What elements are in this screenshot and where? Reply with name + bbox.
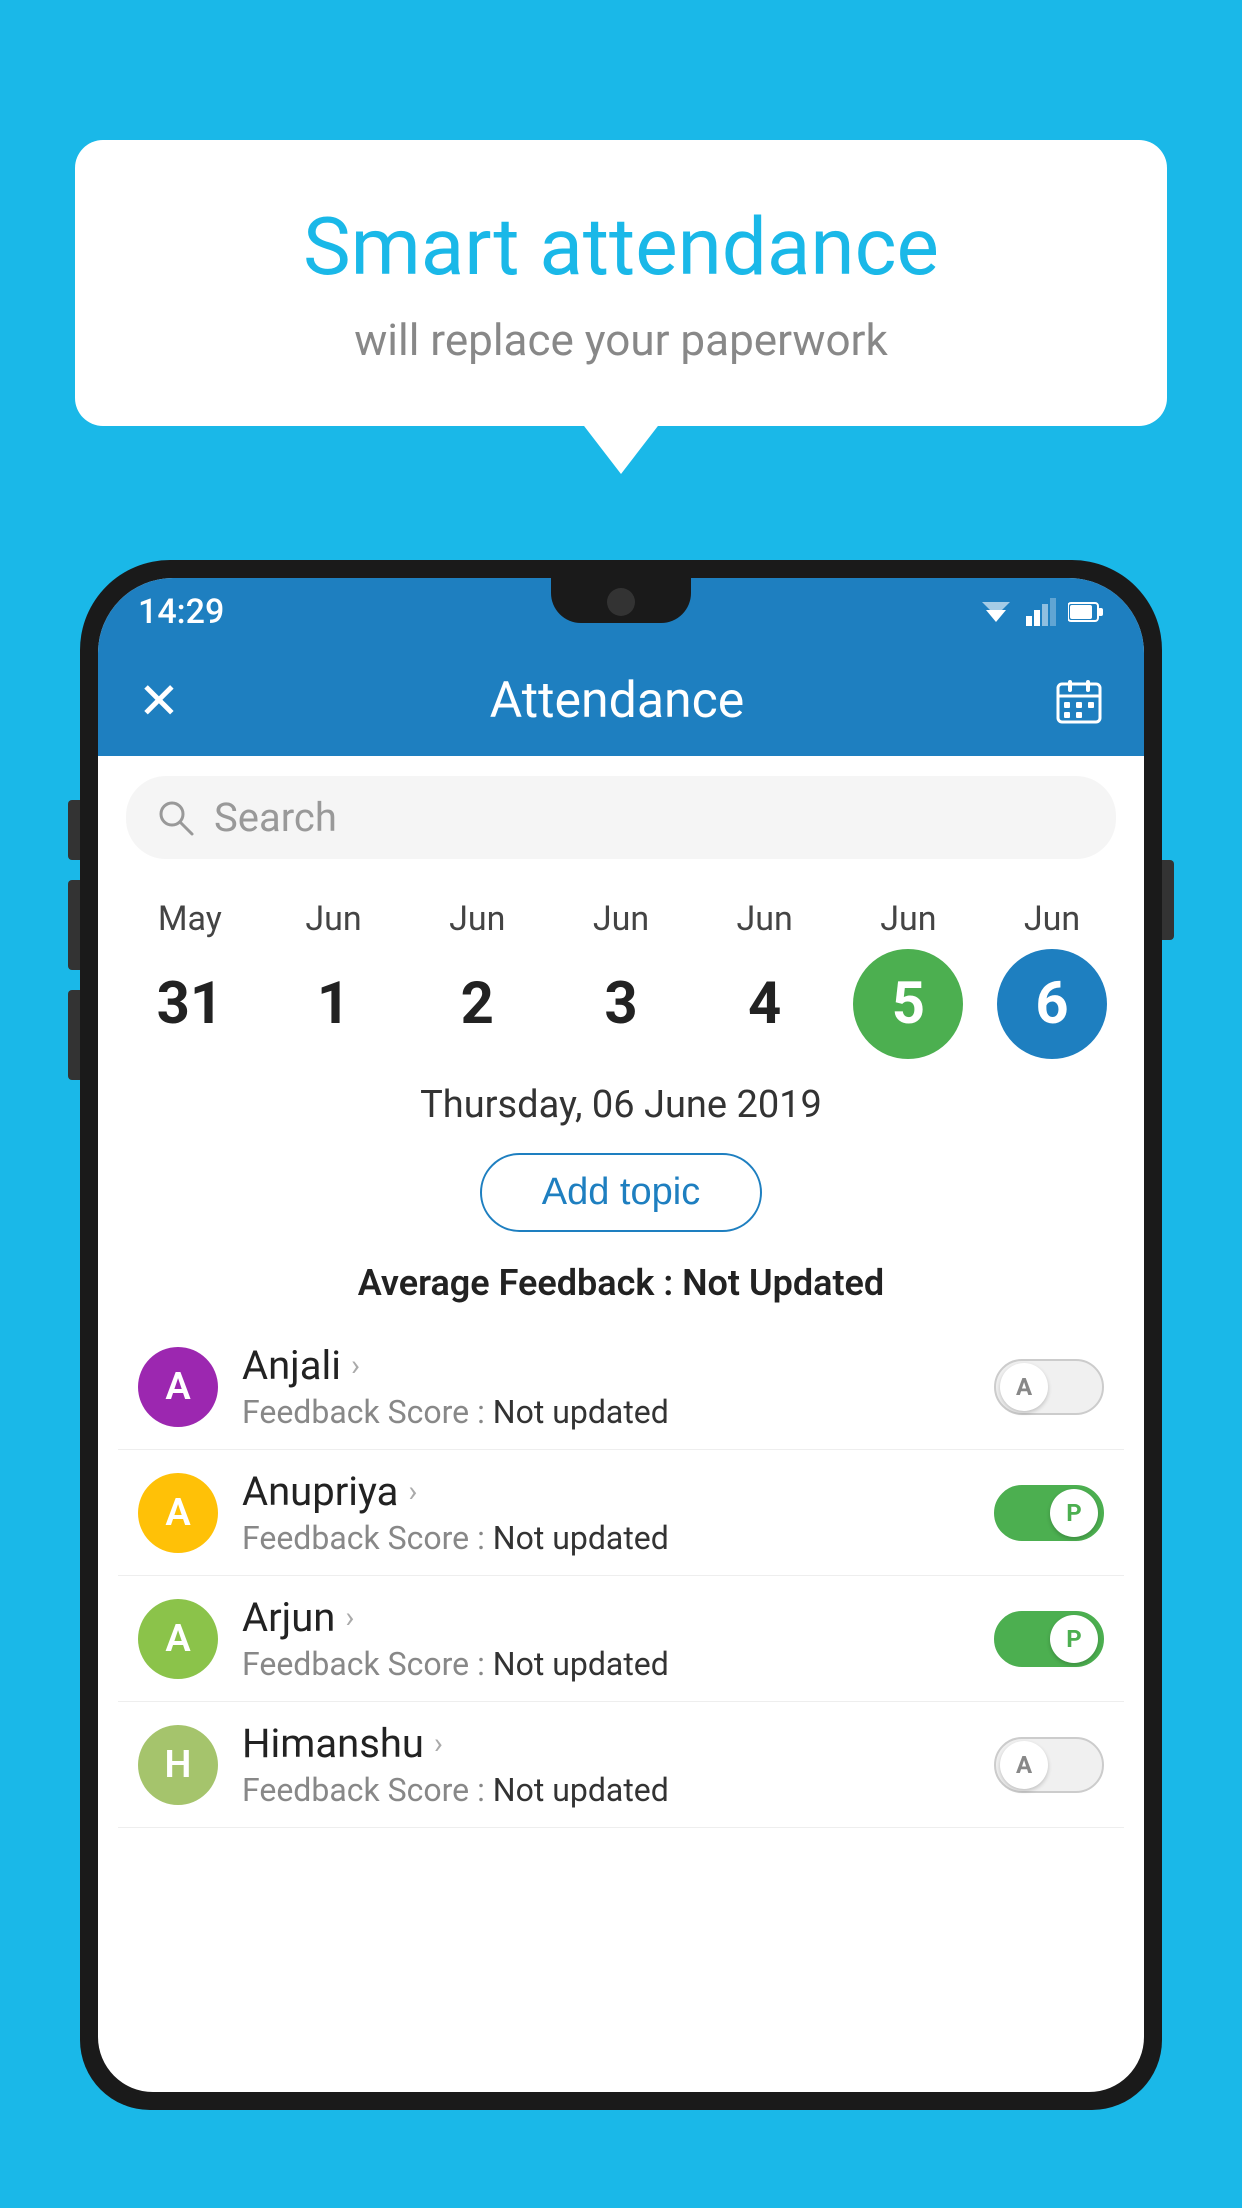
calendar-month-label: May — [158, 899, 222, 939]
battery-icon — [1068, 601, 1104, 623]
chevron-icon: › — [345, 1600, 354, 1635]
attendance-toggle-container: P — [994, 1611, 1104, 1667]
volume-button-1 — [68, 800, 80, 860]
calendar-month-label: Jun — [449, 899, 505, 939]
phone-mockup: 14:29 — [80, 560, 1162, 2208]
attendance-toggle[interactable]: A — [994, 1737, 1104, 1793]
signal-icon — [1026, 598, 1056, 626]
student-avatar: A — [138, 1599, 218, 1679]
add-topic-button[interactable]: Add topic — [480, 1153, 762, 1232]
attendance-toggle-container: A — [994, 1359, 1104, 1415]
phone-camera — [607, 588, 635, 616]
attendance-toggle[interactable]: A — [994, 1359, 1104, 1415]
chevron-icon: › — [434, 1726, 443, 1761]
student-feedback: Feedback Score : Not updated — [242, 1393, 970, 1431]
calendar-month-label: Jun — [737, 899, 793, 939]
feedback-value: Not updated — [493, 1645, 669, 1683]
student-info: Himanshu › Feedback Score : Not updated — [242, 1720, 970, 1809]
calendar-icon[interactable] — [1054, 676, 1104, 726]
avg-feedback-value: Not Updated — [682, 1262, 884, 1304]
toggle-knob: P — [1050, 1489, 1098, 1537]
calendar-date-number[interactable]: 5 — [853, 949, 963, 1059]
chevron-icon: › — [408, 1474, 417, 1509]
student-avatar: A — [138, 1473, 218, 1553]
selected-date: Thursday, 06 June 2019 — [98, 1059, 1144, 1143]
student-item[interactable]: A Anjali › Feedback Score : Not updated A — [118, 1324, 1124, 1450]
wifi-icon — [978, 598, 1014, 626]
speech-bubble-title: Smart attendance — [155, 200, 1087, 294]
status-icons — [978, 598, 1104, 626]
calendar-strip: May 31 Jun 1 Jun 2 Jun 3 Jun 4 Jun 5 Jun 6 — [98, 879, 1144, 1059]
student-feedback: Feedback Score : Not updated — [242, 1519, 970, 1557]
power-button — [1162, 860, 1174, 940]
phone-outer: 14:29 — [80, 560, 1162, 2110]
calendar-month-label: Jun — [305, 899, 361, 939]
student-item[interactable]: A Arjun › Feedback Score : Not updated P — [118, 1576, 1124, 1702]
calendar-date-number[interactable]: 1 — [279, 949, 389, 1059]
student-name: Anjali › — [242, 1342, 970, 1389]
student-name: Anupriya › — [242, 1468, 970, 1515]
attendance-toggle[interactable]: P — [994, 1611, 1104, 1667]
calendar-date-number[interactable]: 3 — [566, 949, 676, 1059]
calendar-day[interactable]: Jun 3 — [561, 899, 681, 1059]
calendar-day[interactable]: May 31 — [130, 899, 250, 1059]
feedback-value: Not updated — [493, 1771, 669, 1809]
student-list: AAnjali ›Feedback Score : Not updatedAAA… — [98, 1324, 1144, 1828]
toggle-knob: A — [1000, 1363, 1048, 1411]
volume-button-3 — [68, 990, 80, 1080]
avg-feedback-label: Average Feedback : — [358, 1262, 673, 1304]
speech-bubble-subtitle: will replace your paperwork — [155, 314, 1087, 366]
toggle-knob: P — [1050, 1615, 1098, 1663]
calendar-date-number[interactable]: 2 — [422, 949, 532, 1059]
calendar-date-number[interactable]: 4 — [710, 949, 820, 1059]
toggle-knob: A — [1000, 1741, 1048, 1789]
attendance-toggle[interactable]: P — [994, 1485, 1104, 1541]
average-feedback: Average Feedback : Not Updated — [98, 1252, 1144, 1324]
student-name: Himanshu › — [242, 1720, 970, 1767]
calendar-date-number[interactable]: 6 — [997, 949, 1107, 1059]
feedback-value: Not updated — [493, 1393, 669, 1431]
student-feedback: Feedback Score : Not updated — [242, 1771, 970, 1809]
calendar-date-number[interactable]: 31 — [135, 949, 245, 1059]
attendance-toggle-container: A — [994, 1737, 1104, 1793]
add-topic-container: Add topic — [98, 1143, 1144, 1252]
student-item[interactable]: H Himanshu › Feedback Score : Not updated A — [118, 1702, 1124, 1828]
calendar-day[interactable]: Jun 1 — [274, 899, 394, 1059]
search-placeholder: Search — [214, 794, 337, 841]
student-avatar: A — [138, 1347, 218, 1427]
search-icon — [156, 798, 196, 838]
calendar-day[interactable]: Jun 5 — [848, 899, 968, 1059]
calendar-day[interactable]: Jun 6 — [992, 899, 1112, 1059]
feedback-value: Not updated — [493, 1519, 669, 1557]
search-bar[interactable]: Search — [126, 776, 1116, 859]
student-info: Anupriya › Feedback Score : Not updated — [242, 1468, 970, 1557]
student-info: Arjun › Feedback Score : Not updated — [242, 1594, 970, 1683]
chevron-icon: › — [351, 1348, 360, 1383]
student-name: Arjun › — [242, 1594, 970, 1641]
status-time: 14:29 — [138, 592, 224, 632]
speech-bubble: Smart attendance will replace your paper… — [75, 140, 1167, 426]
student-avatar: H — [138, 1725, 218, 1805]
student-feedback: Feedback Score : Not updated — [242, 1645, 970, 1683]
attendance-toggle-container: P — [994, 1485, 1104, 1541]
close-button[interactable]: ✕ — [138, 672, 180, 731]
volume-button-2 — [68, 880, 80, 970]
calendar-day[interactable]: Jun 4 — [705, 899, 825, 1059]
calendar-month-label: Jun — [593, 899, 649, 939]
calendar-day[interactable]: Jun 2 — [417, 899, 537, 1059]
app-title: Attendance — [490, 672, 745, 730]
calendar-month-label: Jun — [880, 899, 936, 939]
student-item[interactable]: A Anupriya › Feedback Score : Not updated P — [118, 1450, 1124, 1576]
student-info: Anjali › Feedback Score : Not updated — [242, 1342, 970, 1431]
phone-screen: 14:29 — [98, 578, 1144, 2092]
speech-bubble-container: Smart attendance will replace your paper… — [75, 140, 1167, 426]
calendar-month-label: Jun — [1024, 899, 1080, 939]
app-bar: ✕ Attendance — [98, 646, 1144, 756]
